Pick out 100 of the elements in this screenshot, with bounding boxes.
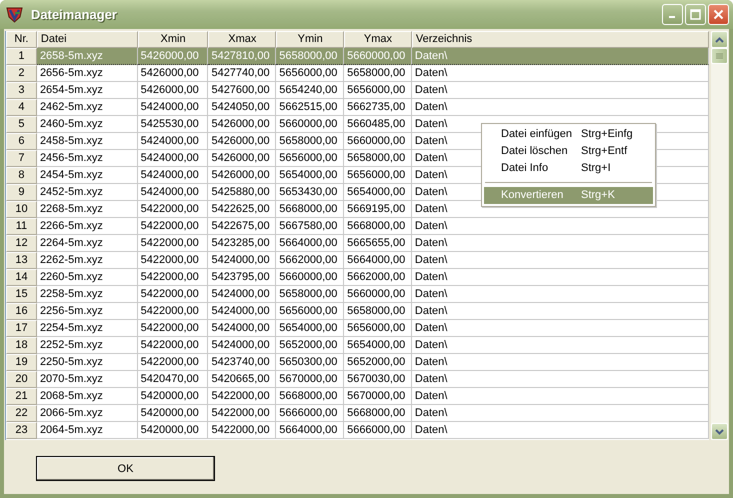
table-cell: 5424000,00: [138, 184, 208, 201]
row-number[interactable]: 20: [6, 371, 37, 388]
column-header[interactable]: Ymin: [276, 31, 344, 48]
table-cell: 5662000,00: [344, 269, 412, 286]
table-cell: Daten\: [412, 235, 709, 252]
column-header[interactable]: Nr.: [6, 31, 37, 48]
table-cell: 5423795,00: [208, 269, 276, 286]
table-cell: 5664000,00: [344, 252, 412, 269]
column-header[interactable]: Verzeichnis: [412, 31, 709, 48]
table-cell: Daten\: [412, 218, 709, 235]
row-number[interactable]: 16: [6, 303, 37, 320]
table-cell: 5654000,00: [276, 320, 344, 337]
table-cell: 5652000,00: [344, 354, 412, 371]
table-cell: 5424000,00: [138, 99, 208, 116]
row-number[interactable]: 1: [6, 48, 37, 65]
table-cell: 5660000,00: [344, 133, 412, 150]
table-cell: 2454-5m.xyz: [36, 167, 138, 184]
row-number[interactable]: 14: [6, 269, 37, 286]
minimize-button[interactable]: [662, 4, 683, 25]
table-cell: 5662000,00: [276, 252, 344, 269]
scroll-thumb[interactable]: [711, 48, 728, 64]
column-header[interactable]: Xmax: [208, 31, 276, 48]
table-cell: 5658000,00: [276, 286, 344, 303]
table-cell: 2452-5m.xyz: [36, 184, 138, 201]
table-cell: 2268-5m.xyz: [36, 201, 138, 218]
scroll-down-button[interactable]: [711, 423, 728, 440]
table-cell: 5664000,00: [276, 235, 344, 252]
row-number[interactable]: 18: [6, 337, 37, 354]
table-cell: 5424000,00: [138, 167, 208, 184]
table-cell: 5666000,00: [344, 422, 412, 439]
table-cell: 5422000,00: [138, 201, 208, 218]
row-number[interactable]: 5: [6, 116, 37, 133]
ok-button[interactable]: OK: [36, 456, 215, 481]
table-cell: 5670000,00: [276, 371, 344, 388]
close-button[interactable]: [708, 4, 729, 25]
table-cell: Daten\: [412, 82, 709, 99]
maximize-button[interactable]: [685, 4, 706, 25]
row-number[interactable]: 22: [6, 405, 37, 422]
table-cell: 5420000,00: [138, 422, 208, 439]
table-cell: 5666000,00: [276, 405, 344, 422]
table-cell: 5656000,00: [276, 150, 344, 167]
window-title: Dateimanager: [31, 7, 118, 22]
table-cell: 5656000,00: [344, 167, 412, 184]
row-number[interactable]: 10: [6, 201, 37, 218]
table-cell: 2070-5m.xyz: [36, 371, 138, 388]
row-number[interactable]: 11: [6, 218, 37, 235]
row-number[interactable]: 3: [6, 82, 37, 99]
table-cell: 5658000,00: [276, 133, 344, 150]
row-number[interactable]: 19: [6, 354, 37, 371]
column-header[interactable]: Datei: [36, 31, 138, 48]
table-cell: 5422000,00: [138, 320, 208, 337]
table-cell: 5660000,00: [344, 48, 412, 65]
table-cell: 5667580,00: [276, 218, 344, 235]
column-header[interactable]: Ymax: [344, 31, 412, 48]
row-number[interactable]: 8: [6, 167, 37, 184]
table-cell: Daten\: [412, 354, 709, 371]
maximize-icon: [690, 9, 701, 20]
row-number[interactable]: 4: [6, 99, 37, 116]
row-number[interactable]: 9: [6, 184, 37, 201]
row-number[interactable]: 6: [6, 133, 37, 150]
table-cell: Daten\: [412, 286, 709, 303]
row-number[interactable]: 15: [6, 286, 37, 303]
table-cell: 5427600,00: [208, 82, 276, 99]
table-cell: 5424000,00: [208, 337, 276, 354]
table-cell: 2656-5m.xyz: [36, 65, 138, 82]
table-cell: Daten\: [412, 252, 709, 269]
table-cell: 5426000,00: [208, 150, 276, 167]
table-cell: 5658000,00: [344, 65, 412, 82]
table-cell: 2458-5m.xyz: [36, 133, 138, 150]
table-cell: 5426000,00: [208, 116, 276, 133]
row-number[interactable]: 23: [6, 422, 37, 439]
table-cell: 5658000,00: [344, 150, 412, 167]
table-cell: 2462-5m.xyz: [36, 99, 138, 116]
table-cell: 5656000,00: [344, 320, 412, 337]
table-cell: 5660000,00: [344, 286, 412, 303]
table-cell: 5422000,00: [138, 269, 208, 286]
row-number[interactable]: 17: [6, 320, 37, 337]
table-cell: 5422000,00: [138, 337, 208, 354]
table-cell: 5670000,00: [344, 388, 412, 405]
table-cell: 5662515,00: [276, 99, 344, 116]
table-cell: 5670030,00: [344, 371, 412, 388]
table-cell: 2266-5m.xyz: [36, 218, 138, 235]
table-cell: 5654240,00: [276, 82, 344, 99]
table-cell: 5422000,00: [208, 388, 276, 405]
table-cell: 5424000,00: [138, 133, 208, 150]
row-number[interactable]: 21: [6, 388, 37, 405]
table-cell: 5653430,00: [276, 184, 344, 201]
table-cell: 2260-5m.xyz: [36, 269, 138, 286]
scroll-up-button[interactable]: [711, 31, 728, 48]
table-cell: 5422000,00: [138, 218, 208, 235]
row-number[interactable]: 12: [6, 235, 37, 252]
row-number[interactable]: 7: [6, 150, 37, 167]
table-cell: 5658000,00: [276, 48, 344, 65]
row-number[interactable]: 13: [6, 252, 37, 269]
table-cell: 5422000,00: [138, 354, 208, 371]
scrollbar[interactable]: [711, 31, 728, 440]
table-cell: 2064-5m.xyz: [36, 422, 138, 439]
table-cell: Daten\: [412, 337, 709, 354]
table-cell: Daten\: [412, 422, 709, 439]
row-number[interactable]: 2: [6, 65, 37, 82]
